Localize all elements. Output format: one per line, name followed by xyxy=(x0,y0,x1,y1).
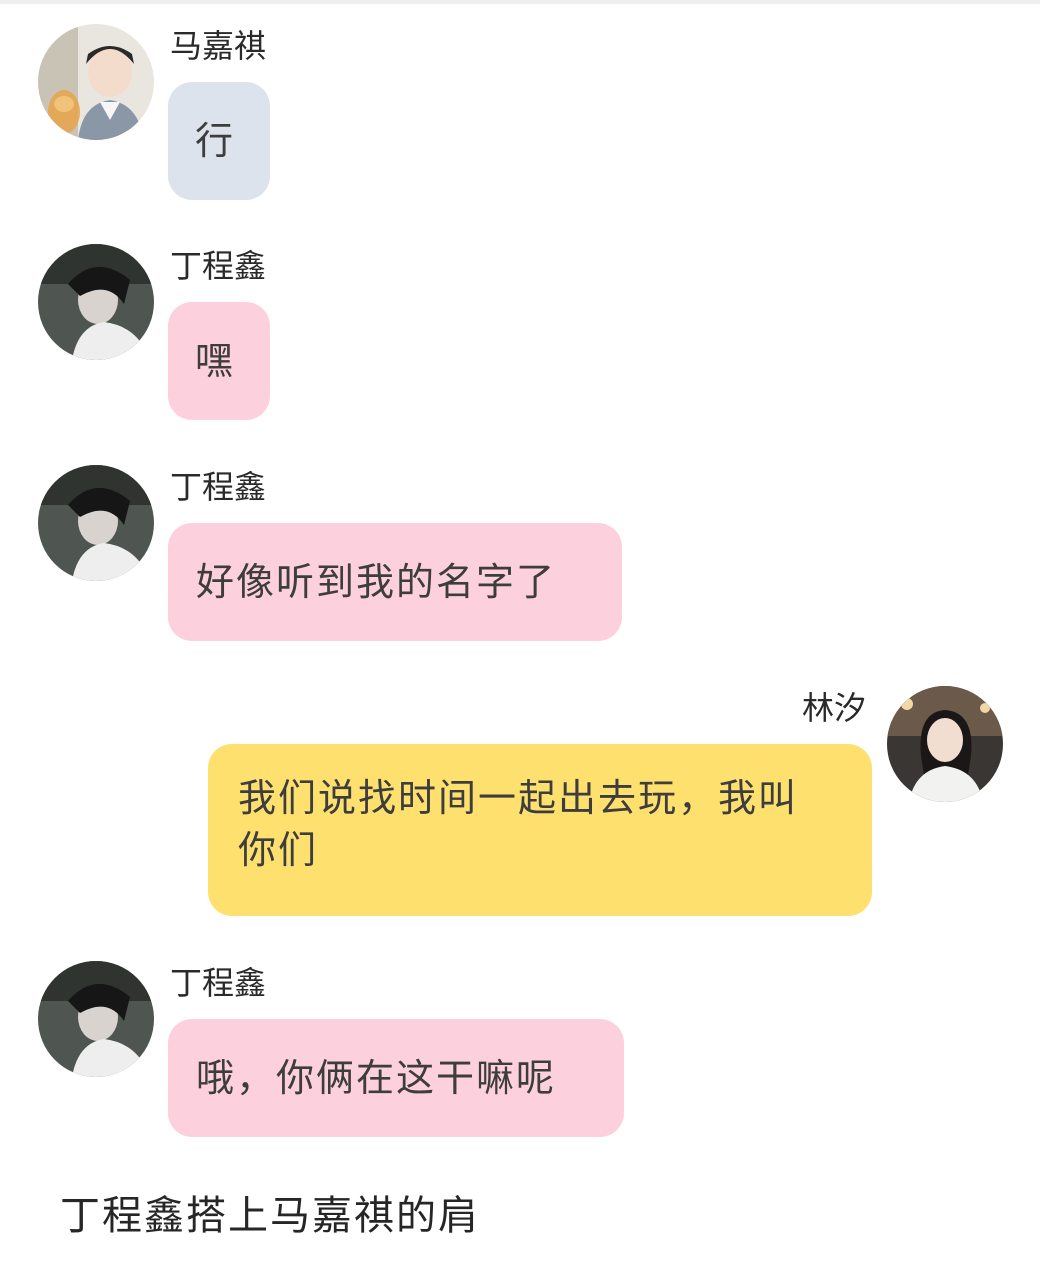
avatar-dingchengxin-icon[interactable] xyxy=(38,244,154,360)
avatar-dingchengxin-icon[interactable] xyxy=(38,961,154,1077)
avatar-linxi-icon[interactable] xyxy=(887,686,1003,802)
chat-log: 马嘉祺 行 丁程鑫 嘿 丁程鑫 好像听到我的名字了 林汐 我们说找时间一起出去玩… xyxy=(0,0,1040,1280)
avatar-dingchengxin-icon[interactable] xyxy=(38,465,154,581)
message-bubble[interactable]: 行 xyxy=(168,82,270,200)
narration-text: 丁程鑫搭上马嘉祺的肩 xyxy=(60,1193,480,1239)
sender-name: 马嘉祺 xyxy=(170,27,267,65)
sender-name: 丁程鑫 xyxy=(170,964,267,1002)
avatar-majiaqi-icon[interactable] xyxy=(38,24,154,140)
message-bubble[interactable]: 我们说找时间一起出去玩，我叫你们 xyxy=(208,744,872,916)
sender-name: 林汐 xyxy=(802,689,867,727)
message-bubble[interactable]: 好像听到我的名字了 xyxy=(168,523,622,641)
message-bubble[interactable]: 嘿 xyxy=(168,302,270,420)
message-bubble[interactable]: 哦，你俩在这干嘛呢 xyxy=(168,1019,624,1137)
sender-name: 丁程鑫 xyxy=(170,247,267,285)
sender-name: 丁程鑫 xyxy=(170,468,267,506)
